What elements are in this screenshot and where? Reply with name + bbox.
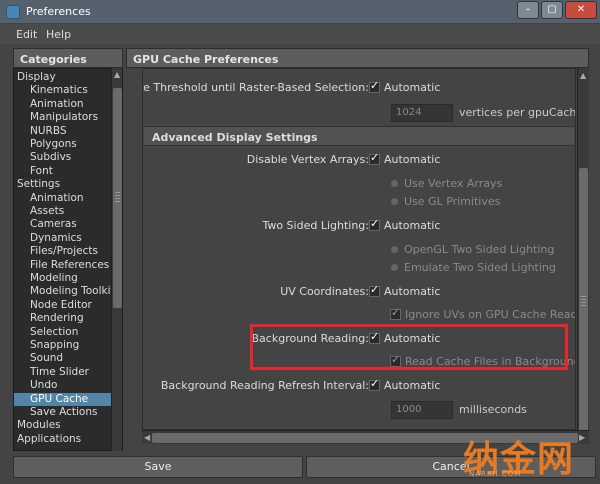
category-item[interactable]: Modeling: [14, 272, 111, 285]
window-title: Preferences: [26, 5, 91, 18]
refresh-interval-unit: milliseconds: [459, 403, 527, 416]
category-item[interactable]: Display: [14, 71, 111, 84]
ignore-uvs-checkbox[interactable]: ✓: [390, 306, 401, 320]
scroll-left-arrow-icon[interactable]: ◀: [144, 433, 150, 442]
uv-coordinates-checkbox[interactable]: ✓: [369, 283, 380, 297]
watermark-logo: 纳金网 NARKII.COM: [461, 424, 597, 482]
category-item[interactable]: Selection: [14, 326, 111, 339]
close-button[interactable]: ✕: [565, 1, 597, 19]
threshold-label: rface Threshold until Raster-Based Selec…: [142, 81, 369, 94]
use-gl-primitives-radio[interactable]: [391, 198, 398, 205]
category-item[interactable]: Font: [14, 165, 111, 178]
refresh-interval-checkbox[interactable]: ✓: [369, 377, 380, 391]
uv-coordinates-automatic: Automatic: [384, 285, 441, 298]
highlight-box: [250, 324, 568, 370]
threshold-automatic-label: Automatic: [384, 81, 441, 94]
app-icon: [6, 5, 20, 19]
categories-list: Display Kinematics Animation Manipulators NU…: [13, 68, 123, 451]
category-item[interactable]: Sound: [14, 352, 111, 365]
categories-scrollbar[interactable]: ▲: [111, 68, 122, 451]
category-item[interactable]: Dynamics: [14, 232, 111, 245]
menu-help[interactable]: Help: [46, 28, 71, 41]
maximize-button[interactable]: ▢: [541, 1, 563, 19]
two-sided-lighting-checkbox[interactable]: ✓: [369, 217, 380, 231]
use-vertex-arrays-label: Use Vertex Arrays: [404, 177, 503, 190]
categories-header: Categories: [13, 48, 123, 68]
save-button[interactable]: Save: [13, 456, 303, 478]
uv-coordinates-label: UV Coordinates:: [280, 285, 369, 298]
disable-vertex-arrays-checkbox[interactable]: ✓: [369, 151, 380, 165]
refresh-interval-label: Background Reading Refresh Interval:: [160, 379, 369, 392]
category-item[interactable]: Subdivs: [14, 151, 111, 164]
category-item[interactable]: Settings: [14, 178, 111, 191]
use-vertex-arrays-radio[interactable]: [391, 180, 398, 187]
category-item[interactable]: Assets: [14, 205, 111, 218]
category-item[interactable]: NURBS: [14, 125, 111, 138]
category-item[interactable]: Animation: [14, 192, 111, 205]
disable-vertex-arrays-label: Disable Vertex Arrays:: [246, 153, 369, 166]
scroll-up-arrow-icon[interactable]: ▲: [580, 71, 586, 80]
opengl-two-sided-label: OpenGL Two Sided Lighting: [404, 243, 555, 256]
menu-edit[interactable]: Edit: [16, 28, 37, 41]
category-item[interactable]: Polygons: [14, 138, 111, 151]
category-item[interactable]: Animation: [14, 98, 111, 111]
category-item[interactable]: Kinematics: [14, 84, 111, 97]
disable-vertex-arrays-automatic: Automatic: [384, 153, 441, 166]
category-item[interactable]: GPU Cache: [14, 392, 111, 406]
emulate-two-sided-label: Emulate Two Sided Lighting: [404, 261, 556, 274]
category-item[interactable]: Snapping: [14, 339, 111, 352]
use-gl-primitives-label: Use GL Primitives: [404, 195, 501, 208]
emulate-two-sided-radio[interactable]: [391, 264, 398, 271]
ignore-uvs-label: Ignore UVs on GPU Cache Read/Wri: [405, 308, 576, 321]
scroll-up-arrow-icon[interactable]: ▲: [114, 70, 120, 79]
advanced-display-settings-header: Advanced Display Settings: [144, 126, 574, 146]
refresh-interval-field[interactable]: 1000: [391, 401, 453, 419]
content-vertical-scrollbar[interactable]: ▲: [577, 68, 589, 436]
category-item[interactable]: Modeling Toolkit: [14, 285, 115, 298]
category-item[interactable]: Rendering: [14, 312, 111, 325]
categories-scroll-thumb[interactable]: [113, 88, 122, 308]
category-item[interactable]: Node Editor: [14, 299, 111, 312]
category-item[interactable]: Applications: [14, 433, 111, 446]
category-item[interactable]: Manipulators: [14, 111, 111, 124]
title-bar: Preferences – ▢ ✕: [0, 0, 600, 24]
content-vertical-thumb[interactable]: [579, 168, 588, 436]
refresh-interval-automatic: Automatic: [384, 379, 441, 392]
category-item[interactable]: Undo: [14, 379, 111, 392]
menu-bar: Edit Help: [0, 24, 600, 44]
gpu-cache-header: GPU Cache Preferences: [126, 48, 589, 68]
two-sided-lighting-automatic: Automatic: [384, 219, 441, 232]
opengl-two-sided-radio[interactable]: [391, 246, 398, 253]
threshold-unit: vertices per gpuCache no: [459, 106, 576, 119]
category-item[interactable]: Files/Projects: [14, 245, 111, 258]
category-item[interactable]: Modules: [14, 419, 111, 432]
category-item[interactable]: Save Actions: [14, 406, 111, 419]
category-item[interactable]: File References: [14, 259, 111, 272]
two-sided-lighting-label: Two Sided Lighting:: [262, 219, 369, 232]
category-item[interactable]: Time Slider: [14, 366, 111, 379]
minimize-button[interactable]: –: [517, 1, 539, 19]
watermark-subtext: NARKII.COM: [469, 470, 522, 478]
threshold-automatic-checkbox[interactable]: ✓: [369, 79, 380, 93]
threshold-vertices-field[interactable]: 1024: [391, 104, 453, 122]
preferences-content: rface Threshold until Raster-Based Selec…: [142, 68, 576, 430]
category-item[interactable]: Cameras: [14, 218, 111, 231]
